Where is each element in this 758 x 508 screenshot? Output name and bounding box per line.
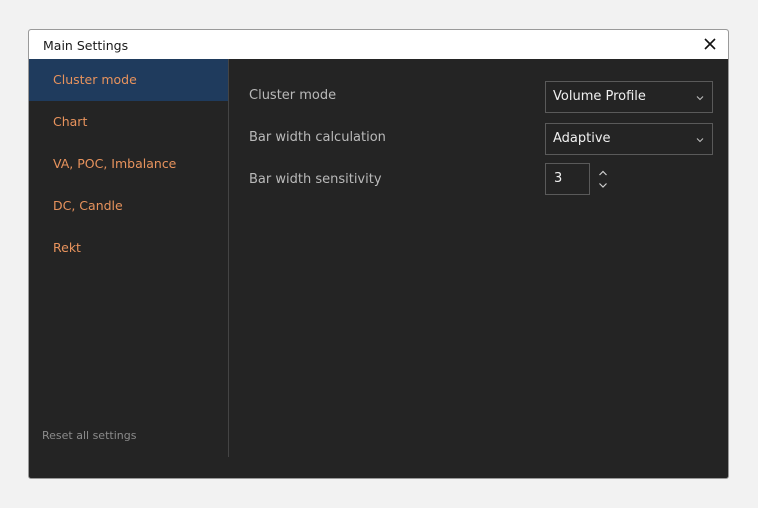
bar-width-sensitivity-value: 3	[554, 171, 563, 186]
bar-width-sensitivity-label: Bar width sensitivity	[249, 172, 382, 187]
sidebar-item-va-poc-imbalance[interactable]: VA, POC, Imbalance	[29, 143, 228, 185]
cluster-mode-select[interactable]: Volume Profile	[545, 81, 713, 113]
sidebar-item-cluster-mode[interactable]: Cluster mode	[29, 59, 228, 101]
cluster-mode-value: Volume Profile	[553, 89, 646, 104]
reset-all-settings-link[interactable]: Reset all settings	[42, 429, 136, 442]
sidebar-item-rekt[interactable]: Rekt	[29, 227, 228, 269]
bar-width-calculation-value: Adaptive	[553, 131, 611, 146]
spinner-up-icon[interactable]	[597, 168, 609, 178]
sidebar-item-label: Rekt	[53, 240, 81, 255]
main-settings-dialog: Main Settings Cluster mode Chart VA, POC…	[28, 29, 729, 479]
sidebar-item-label: VA, POC, Imbalance	[53, 156, 177, 171]
spinner-down-icon[interactable]	[597, 180, 609, 190]
sidebar-item-chart[interactable]: Chart	[29, 101, 228, 143]
sidebar-item-label: Cluster mode	[53, 72, 137, 87]
cluster-mode-label: Cluster mode	[249, 88, 337, 103]
dialog-title: Main Settings	[43, 38, 129, 53]
title-bar: Main Settings	[29, 30, 728, 59]
bar-width-calculation-label: Bar width calculation	[249, 130, 386, 145]
chevron-down-icon	[696, 138, 704, 143]
sidebar-item-dc-candle[interactable]: DC, Candle	[29, 185, 228, 227]
sidebar-item-label: DC, Candle	[53, 198, 123, 213]
close-icon[interactable]	[700, 34, 720, 54]
settings-sidebar: Cluster mode Chart VA, POC, Imbalance DC…	[29, 59, 229, 457]
chevron-down-icon	[696, 96, 704, 101]
bar-width-sensitivity-input[interactable]: 3	[545, 163, 590, 195]
sidebar-item-label: Chart	[53, 114, 88, 129]
bar-width-calculation-select[interactable]: Adaptive	[545, 123, 713, 155]
settings-content: Cluster mode Volume Profile Bar width ca…	[249, 59, 713, 478]
